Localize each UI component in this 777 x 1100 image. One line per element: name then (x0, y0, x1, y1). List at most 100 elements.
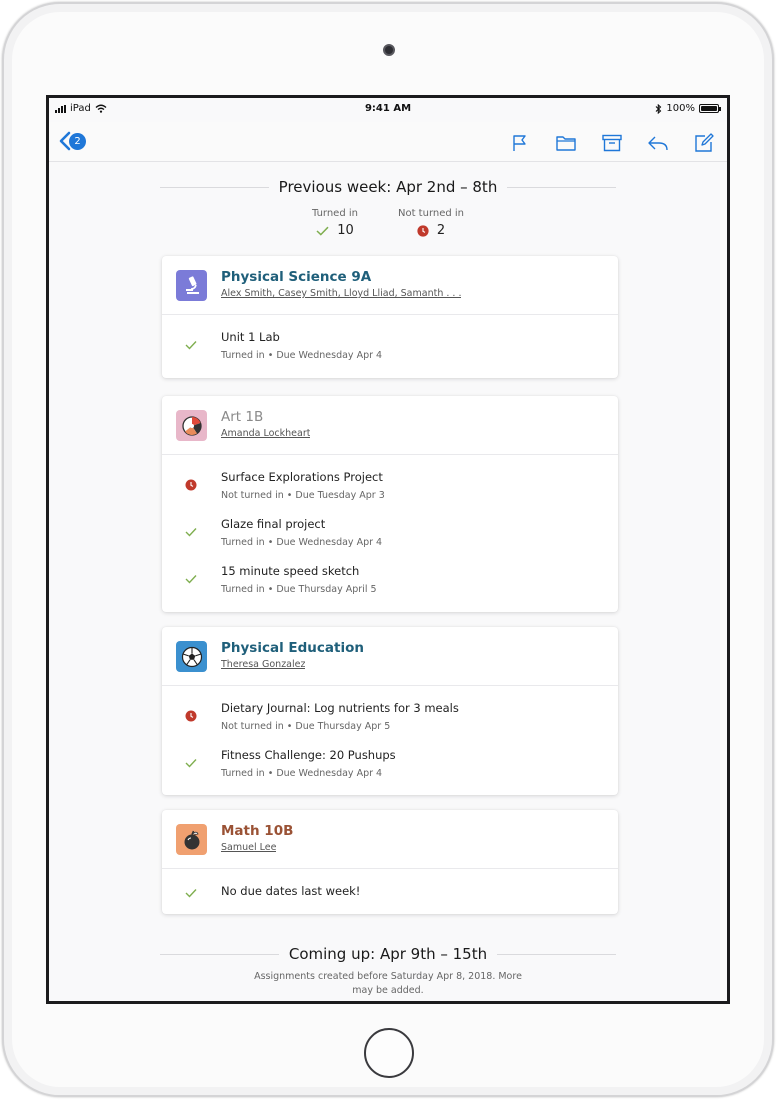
assignment-status-text: Turned in (221, 350, 265, 361)
turned-in-stat: Turned in 10 (312, 208, 358, 238)
class-title: Physical Science 9A (221, 269, 372, 285)
teacher-list[interactable]: Samuel Lee (221, 842, 276, 853)
status-right: 100% (655, 103, 721, 114)
class-header[interactable]: Physical Science 9A Alex Smith, Casey Sm… (162, 256, 618, 315)
screen: iPad 9:41 AM 100% 2 Previous week: Apr 2… (46, 95, 730, 1004)
home-button[interactable] (364, 1028, 414, 1078)
folder-button[interactable] (555, 132, 577, 154)
class-card-art: Art 1B Amanda Lockheart Surface Explorat… (162, 396, 618, 612)
teacher-list[interactable]: Amanda Lockheart (221, 428, 310, 439)
not-turned-in-label: Not turned in (397, 208, 465, 219)
assignment-status-text: Turned in (221, 537, 265, 548)
bluetooth-icon (656, 103, 662, 114)
assignment-status-text: Turned in (221, 584, 265, 595)
assignment-due: • Due Wednesday Apr 4 (264, 537, 383, 548)
assignment-row[interactable]: Dietary Journal: Log nutrients for 3 mea… (162, 692, 618, 739)
assignment-status-text: Turned in (221, 768, 265, 779)
class-title: Art 1B (221, 409, 264, 425)
toolbar: 2 (49, 122, 727, 162)
check-icon (185, 341, 197, 350)
coming-up-note: Assignments created before Saturday Apr … (49, 970, 727, 998)
palette-icon (176, 410, 207, 441)
unread-badge: 2 (69, 132, 86, 150)
reply-button[interactable] (647, 132, 669, 154)
class-header[interactable]: Math 10B Samuel Lee (162, 810, 618, 869)
assignment-meta: Turned in • Due Wednesday Apr 4 (221, 350, 382, 361)
coming-up-note-line1: Assignments created before Saturday Apr … (254, 971, 522, 982)
assignment-title: Unit 1 Lab (221, 330, 280, 344)
check-icon (185, 528, 197, 537)
previous-week-header: Previous week: Apr 2nd – 8th (49, 172, 727, 202)
clock-late-icon (185, 479, 197, 491)
check-icon (185, 759, 197, 768)
turned-in-count: 10 (337, 223, 354, 238)
archive-icon (602, 134, 622, 152)
folder-icon (556, 136, 576, 151)
coming-up-header: Coming up: Apr 9th – 15th (49, 939, 727, 969)
back-button[interactable]: 2 (59, 131, 86, 151)
compose-button[interactable] (693, 132, 715, 154)
submission-stats: Turned in 10 Not turned in 2 (49, 208, 727, 238)
toolbar-actions (509, 132, 715, 154)
battery-percent: 100% (666, 103, 695, 114)
assignment-row: No due dates last week! (162, 869, 618, 916)
assignment-row[interactable]: Surface Explorations Project Not turned … (162, 461, 618, 508)
assignment-title: Surface Explorations Project (221, 470, 383, 484)
not-turned-in-value: 2 (398, 223, 464, 238)
apple-icon (176, 824, 207, 855)
archive-button[interactable] (601, 132, 623, 154)
assignment-row[interactable]: Unit 1 Lab Turned in • Due Wednesday Apr… (162, 321, 618, 368)
assignment-due: • Due Wednesday Apr 4 (264, 768, 383, 779)
not-turned-in-stat: Not turned in 2 (398, 208, 464, 238)
class-title: Physical Education (221, 640, 364, 656)
check-icon (185, 889, 197, 898)
compose-icon (695, 133, 714, 152)
class-card-physical-science: Physical Science 9A Alex Smith, Casey Sm… (162, 256, 618, 378)
turned-in-label: Turned in (311, 208, 358, 219)
assignment-due: • Due Thursday Apr 5 (283, 721, 391, 732)
not-turned-in-count: 2 (436, 223, 446, 238)
flag-button[interactable] (509, 132, 531, 154)
assignment-meta: Not turned in • Due Thursday Apr 5 (221, 721, 390, 732)
front-camera (383, 44, 395, 56)
assignment-title: Glaze final project (221, 517, 326, 531)
assignment-meta: Turned in • Due Thursday April 5 (221, 584, 377, 595)
status-bar: iPad 9:41 AM 100% (49, 98, 727, 122)
assignment-meta: Not turned in • Due Tuesday Apr 3 (221, 490, 385, 501)
class-title: Math 10B (221, 823, 294, 839)
class-card-physical-education: Physical Education Theresa Gonzalez Diet… (162, 627, 618, 795)
microscope-icon (176, 270, 207, 301)
class-card-math: Math 10B Samuel Lee No due dates last we… (162, 810, 618, 914)
turned-in-value: 10 (312, 223, 358, 238)
assignment-meta: Turned in • Due Wednesday Apr 4 (221, 537, 382, 548)
teacher-list[interactable]: Theresa Gonzalez (221, 659, 305, 670)
assignment-due: • Due Tuesday Apr 3 (283, 490, 385, 501)
assignment-row[interactable]: 15 minute speed sketch Turned in • Due T… (162, 555, 618, 602)
assignment-meta: Turned in • Due Wednesday Apr 4 (221, 768, 382, 779)
clock: 9:41 AM (364, 103, 412, 114)
reply-icon (648, 136, 668, 151)
content-area: Previous week: Apr 2nd – 8th Turned in 1… (49, 162, 727, 1001)
coming-up-title: Coming up: Apr 9th – 15th (278, 945, 498, 963)
check-icon (185, 575, 197, 584)
assignment-title: Dietary Journal: Log nutrients for 3 mea… (221, 701, 459, 715)
assignment-status-text: Not turned in (221, 721, 284, 732)
assignment-row[interactable]: Glaze final project Turned in • Due Wedn… (162, 508, 618, 555)
assignment-title: 15 minute speed sketch (221, 564, 360, 578)
teacher-list[interactable]: Alex Smith, Casey Smith, Lloyd Lliad, Sa… (221, 288, 461, 299)
class-header[interactable]: Physical Education Theresa Gonzalez (162, 627, 618, 686)
assignment-row[interactable]: Fitness Challenge: 20 Pushups Turned in … (162, 739, 618, 786)
soccer-ball-icon (176, 641, 207, 672)
assignment-title: Fitness Challenge: 20 Pushups (221, 748, 396, 762)
clock-late-icon (417, 224, 429, 237)
clock-late-icon (185, 710, 197, 722)
class-header[interactable]: Art 1B Amanda Lockheart (162, 396, 618, 455)
assignment-due: • Due Wednesday Apr 4 (264, 350, 383, 361)
assignment-due: • Due Thursday April 5 (264, 584, 377, 595)
battery-icon (699, 104, 721, 113)
coming-up-note-line2: may be added. (352, 985, 424, 996)
assignment-title: No due dates last week! (221, 884, 361, 898)
flag-icon (513, 135, 526, 151)
battery-fill (701, 106, 717, 111)
assignment-status-text: Not turned in (221, 490, 284, 501)
